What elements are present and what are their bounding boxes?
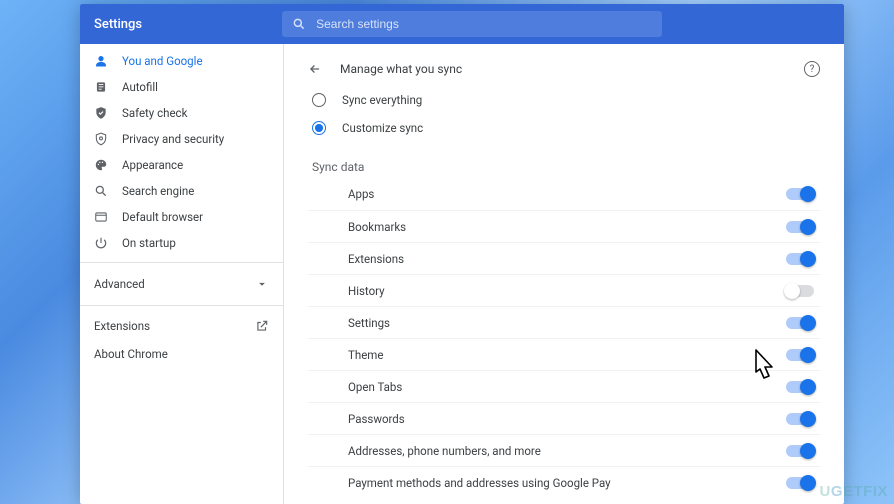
sync-item-label: Apps <box>348 187 374 201</box>
app-title: Settings <box>94 17 142 32</box>
sidebar-item-about[interactable]: About Chrome <box>80 340 283 368</box>
sync-item-label: History <box>348 284 385 298</box>
sidebar-item-label: Autofill <box>122 80 158 94</box>
radio-icon <box>312 93 326 107</box>
toggle-switch[interactable] <box>786 221 814 233</box>
sync-row-apps: Apps <box>308 178 820 210</box>
sync-item-label: Payment methods and addresses using Goog… <box>348 476 611 490</box>
sync-item-label: Open Tabs <box>348 380 402 394</box>
open-external-icon <box>255 319 269 333</box>
divider <box>80 305 283 306</box>
content-area: You and Google Autofill Safety check Privac… <box>80 44 844 504</box>
sync-row-extensions: Extensions <box>308 242 820 274</box>
sync-data-list: Apps Bookmarks Extensions History Settings Th… <box>308 178 820 498</box>
chevron-down-icon <box>255 277 269 291</box>
sidebar-item-label: On startup <box>122 236 176 250</box>
sidebar-item-extensions[interactable]: Extensions <box>80 312 283 340</box>
sidebar: You and Google Autofill Safety check Privac… <box>80 44 284 504</box>
sidebar-item-privacy[interactable]: Privacy and security <box>80 126 283 152</box>
sync-row-bookmarks: Bookmarks <box>308 210 820 242</box>
sync-row-history: History <box>308 274 820 306</box>
help-icon[interactable]: ? <box>804 61 820 77</box>
sync-item-label: Settings <box>348 316 390 330</box>
divider <box>80 262 283 263</box>
shield-icon <box>94 132 108 146</box>
search-icon <box>292 17 306 31</box>
sync-item-label: Passwords <box>348 412 405 426</box>
autofill-icon <box>94 80 108 94</box>
sidebar-item-on-startup[interactable]: On startup <box>80 230 283 256</box>
sync-row-theme: Theme <box>308 338 820 370</box>
sync-item-label: Addresses, phone numbers, and more <box>348 444 541 458</box>
sync-row-passwords: Passwords <box>308 402 820 434</box>
sync-data-section-label: Sync data <box>312 160 820 174</box>
sidebar-item-appearance[interactable]: Appearance <box>80 152 283 178</box>
radio-icon <box>312 121 326 135</box>
about-label: About Chrome <box>94 347 168 361</box>
top-bar: Settings <box>80 4 844 44</box>
palette-icon <box>94 158 108 172</box>
toggle-switch[interactable] <box>786 445 814 457</box>
sidebar-item-default-browser[interactable]: Default browser <box>80 204 283 230</box>
search-icon <box>94 184 108 198</box>
sidebar-item-label: You and Google <box>122 54 203 68</box>
sync-item-label: Theme <box>348 348 383 362</box>
extensions-label: Extensions <box>94 319 150 333</box>
main-pane: Manage what you sync ? Sync everything C… <box>284 44 844 504</box>
radio-label: Customize sync <box>342 121 423 135</box>
person-icon <box>94 54 108 68</box>
watermark: UGETFIX <box>819 483 888 500</box>
search-container[interactable] <box>282 11 662 37</box>
toggle-switch[interactable] <box>786 381 814 393</box>
toggle-switch[interactable] <box>786 413 814 425</box>
settings-window: Settings You and Google Autofill Safety ch… <box>80 4 844 504</box>
sync-row-settings: Settings <box>308 306 820 338</box>
toggle-switch[interactable] <box>786 285 814 297</box>
toggle-switch[interactable] <box>786 188 814 200</box>
sync-item-label: Extensions <box>348 252 404 266</box>
sync-item-label: Bookmarks <box>348 220 406 234</box>
sidebar-item-search-engine[interactable]: Search engine <box>80 178 283 204</box>
sidebar-item-label: Default browser <box>122 210 203 224</box>
check-shield-icon <box>94 106 108 120</box>
page-header: Manage what you sync ? <box>308 52 820 86</box>
power-icon <box>94 236 108 250</box>
advanced-toggle[interactable]: Advanced <box>80 269 283 299</box>
sync-row-payment-methods-and-addresses-using-google-pay: Payment methods and addresses using Goog… <box>308 466 820 498</box>
browser-icon <box>94 210 108 224</box>
radio-label: Sync everything <box>342 93 422 107</box>
page-title: Manage what you sync <box>340 62 462 76</box>
toggle-switch[interactable] <box>786 317 814 329</box>
toggle-switch[interactable] <box>786 477 814 489</box>
radio-sync-everything[interactable]: Sync everything <box>308 86 820 114</box>
sidebar-item-label: Safety check <box>122 106 187 120</box>
search-input[interactable] <box>316 17 652 31</box>
sidebar-item-you-and-google[interactable]: You and Google <box>80 48 283 74</box>
sidebar-item-label: Search engine <box>122 184 194 198</box>
advanced-label: Advanced <box>94 277 145 291</box>
sidebar-item-label: Privacy and security <box>122 132 224 146</box>
sync-row-open-tabs: Open Tabs <box>308 370 820 402</box>
toggle-switch[interactable] <box>786 349 814 361</box>
sync-row-addresses-phone-numbers-and-more: Addresses, phone numbers, and more <box>308 434 820 466</box>
sidebar-item-label: Appearance <box>122 158 183 172</box>
toggle-switch[interactable] <box>786 253 814 265</box>
sidebar-item-autofill[interactable]: Autofill <box>80 74 283 100</box>
sidebar-item-safety-check[interactable]: Safety check <box>80 100 283 126</box>
back-arrow-icon[interactable] <box>308 62 322 76</box>
radio-customize-sync[interactable]: Customize sync <box>308 114 820 142</box>
